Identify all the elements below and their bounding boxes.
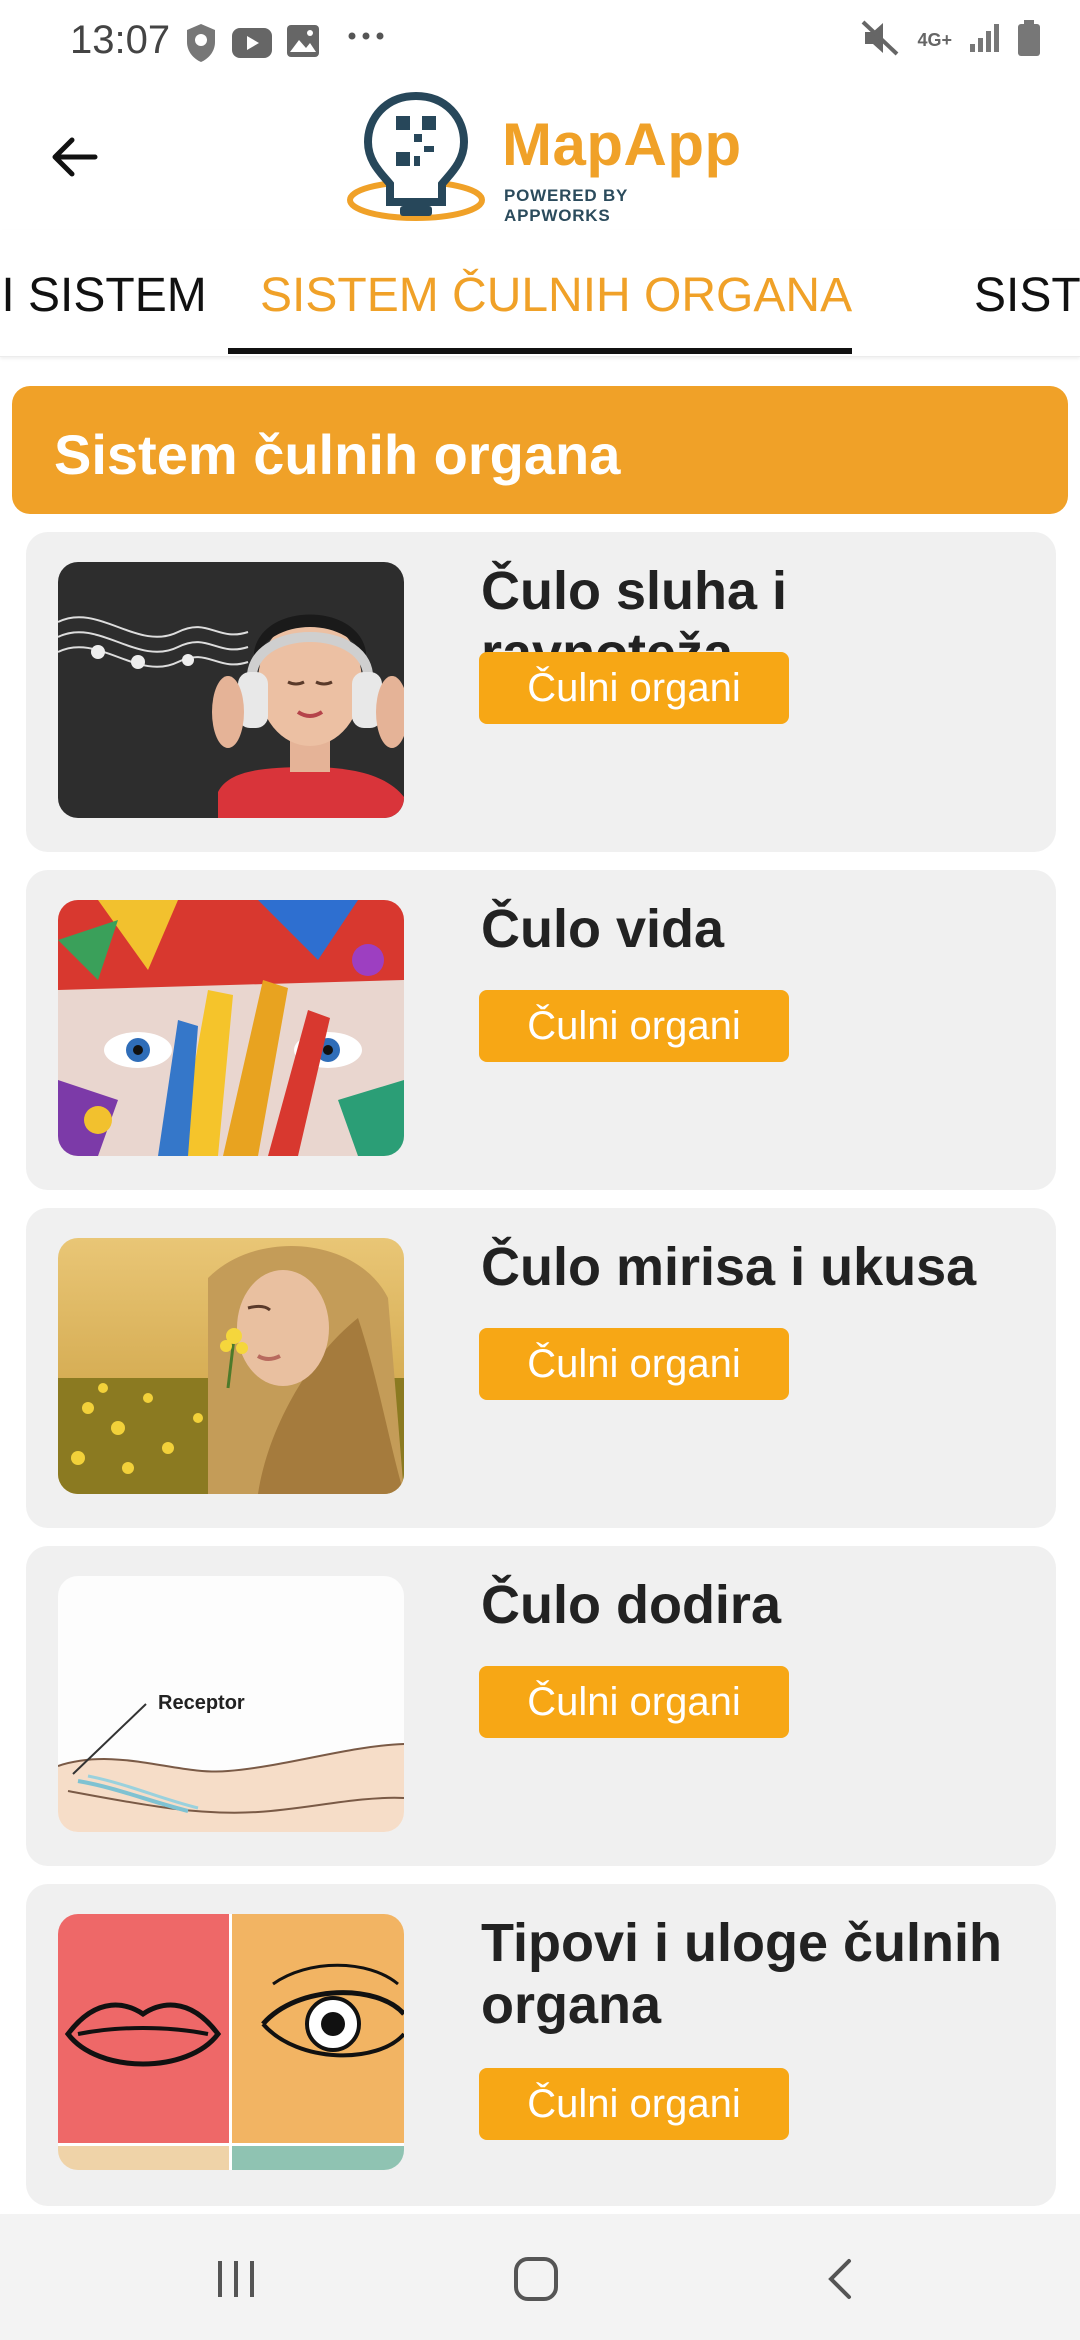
app-logo: MapApp POWERED BY APPWORKS [346, 90, 741, 226]
card-title: Čulo dodira [481, 1575, 781, 1635]
recent-apps-icon [218, 2261, 254, 2297]
home-button[interactable] [506, 2254, 566, 2304]
chevron-left-icon [828, 2259, 851, 2299]
status-indicators: 4G+ [861, 20, 1040, 61]
tab-prev[interactable]: II SISTEM [0, 268, 207, 323]
tab-indicator [228, 348, 852, 354]
home-icon [514, 2257, 558, 2301]
network-type: 4G+ [917, 30, 952, 50]
gallery-icon [286, 24, 320, 63]
category-tabs: II SISTEM SISTEM ČULNIH ORGANA SISTE [0, 230, 1080, 357]
tab-next[interactable]: SISTE [974, 268, 1080, 323]
system-back-button[interactable] [810, 2254, 870, 2304]
status-bar: 13:07 4G+ [0, 0, 1080, 84]
painted-face-photo [58, 900, 404, 1156]
headphones-photo [58, 562, 404, 818]
category-button[interactable]: Čulni organi [479, 1666, 789, 1738]
topic-card[interactable]: Čulo sluha i ravnoteža Čulni organi [26, 532, 1056, 852]
category-button[interactable]: Čulni organi [479, 990, 789, 1062]
app-header: MapApp POWERED BY APPWORKS [0, 84, 1080, 230]
category-button[interactable]: Čulni organi [479, 1328, 789, 1400]
card-title: Tipovi i uloge čulnih organa [481, 1913, 1003, 2035]
status-time: 13:07 [70, 18, 171, 62]
card-title: Čulo vida [481, 899, 725, 959]
receptor-label: Receptor [158, 1692, 245, 1714]
card-title: Čulo mirisa i ukusa [481, 1237, 977, 1297]
logo-subtitle: POWERED BY APPWORKS [504, 186, 628, 225]
receptor-diagram: Receptor [58, 1576, 404, 1832]
battery-icon [1018, 20, 1040, 61]
topic-card[interactable]: Čulo vida Čulni organi [26, 870, 1056, 1190]
shield-icon [184, 22, 218, 69]
logo-title: MapApp [502, 111, 742, 178]
signal-icon [968, 22, 1002, 59]
mute-icon [861, 20, 901, 61]
lightbulb-qr-icon [347, 91, 485, 221]
youtube-icon [232, 28, 272, 63]
section-header: Sistem čulnih organa [12, 386, 1068, 514]
topic-card[interactable]: Receptor Čulo dodira Čulni organi [26, 1546, 1056, 1866]
topic-card[interactable]: Čulo mirisa i ukusa Čulni organi [26, 1208, 1056, 1528]
category-button[interactable]: Čulni organi [479, 652, 789, 724]
arrow-left-icon [52, 137, 98, 177]
flower-field-photo [58, 1238, 404, 1494]
recent-apps-button[interactable] [206, 2254, 266, 2304]
topic-card[interactable]: Tipovi i uloge čulnih organa Čulni organ… [26, 1884, 1056, 2206]
section-title: Sistem čulnih organa [54, 423, 621, 486]
tab-active[interactable]: SISTEM ČULNIH ORGANA [260, 268, 852, 323]
system-nav-bar [0, 2214, 1080, 2340]
back-button[interactable] [40, 122, 110, 192]
more-dots-icon [346, 26, 386, 51]
lips-eye-illustration [58, 1914, 404, 2170]
category-button[interactable]: Čulni organi [479, 2068, 789, 2140]
